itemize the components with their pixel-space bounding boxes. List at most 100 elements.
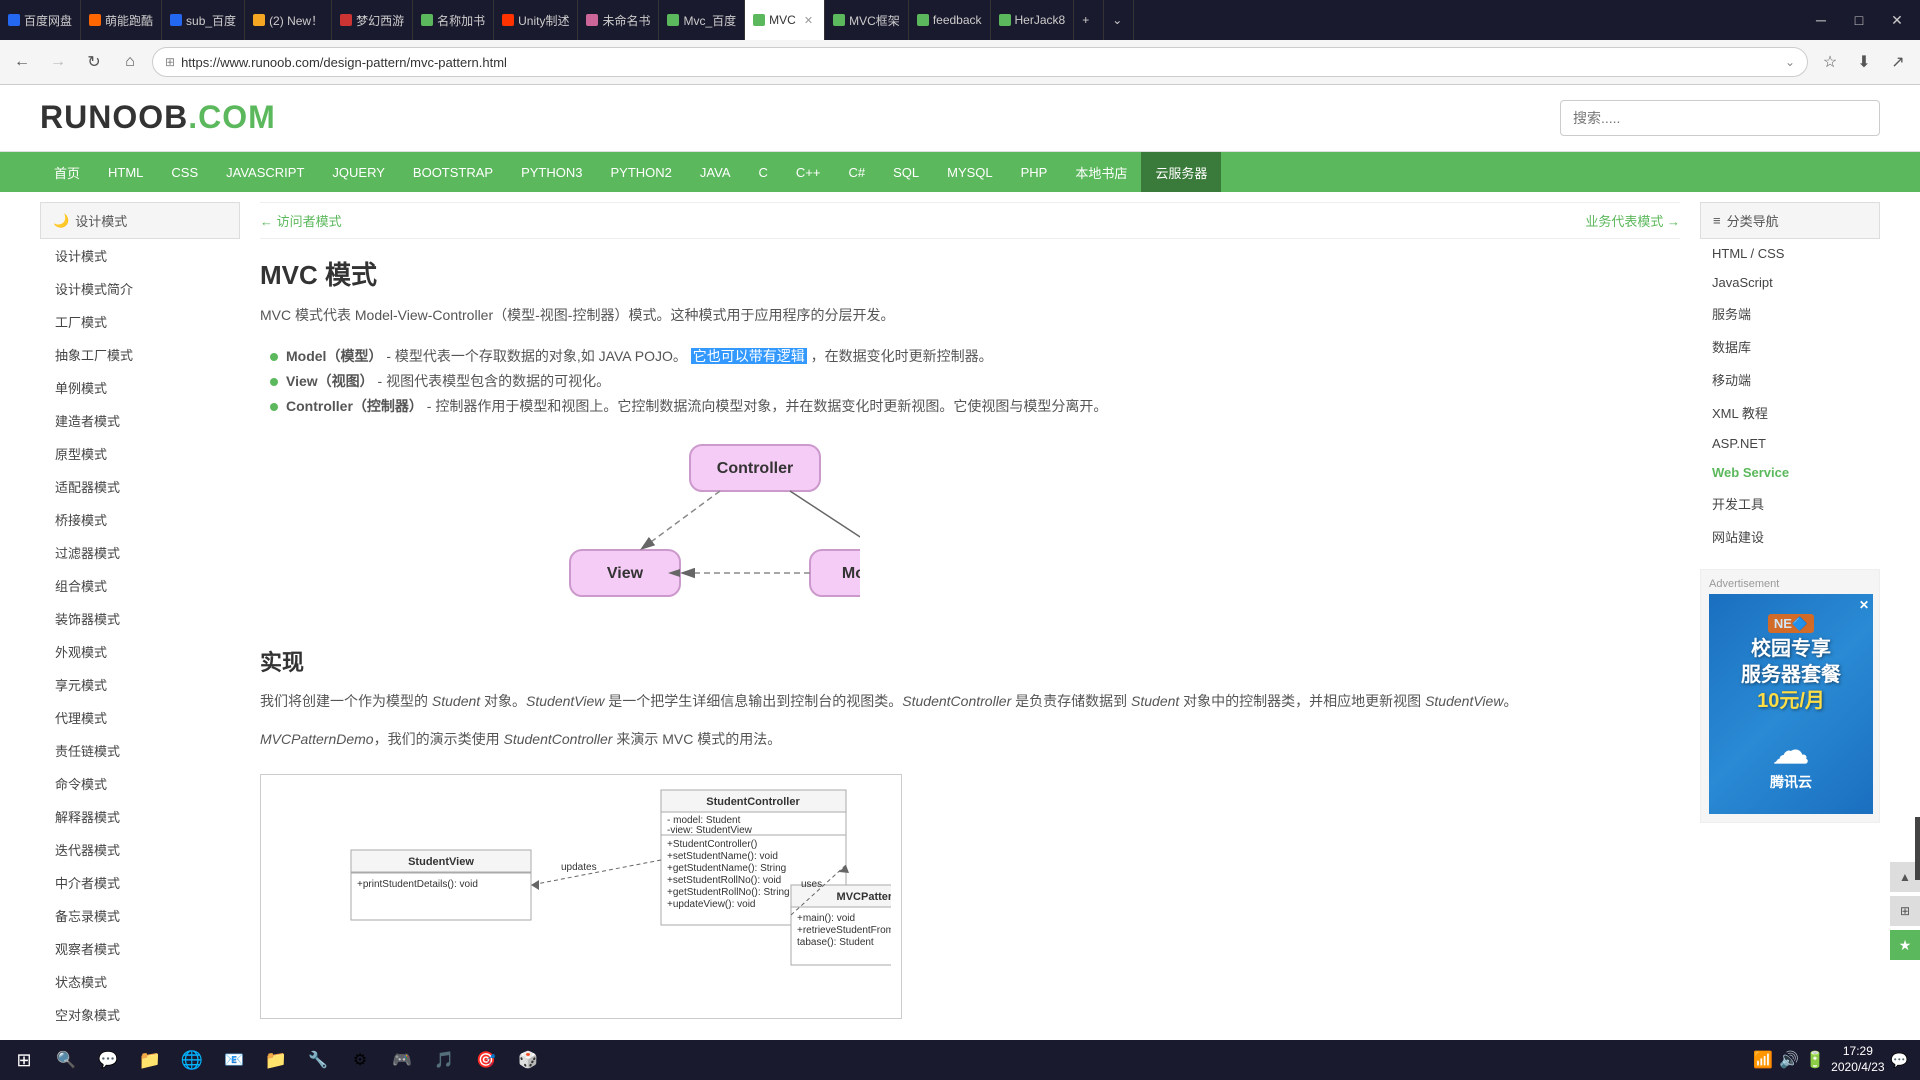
right-item-aspnet[interactable]: ASP.NET: [1700, 429, 1880, 458]
sidebar-item-mediator[interactable]: 中介者模式: [40, 866, 240, 899]
nav-javascript[interactable]: JAVASCRIPT: [212, 152, 318, 192]
sidebar-item-facade[interactable]: 外观模式: [40, 635, 240, 668]
nav-css[interactable]: CSS: [157, 152, 212, 192]
game-button[interactable]: 🎮: [382, 1042, 422, 1078]
tab-mingcheng[interactable]: 名称加书: [413, 0, 494, 40]
ad-banner[interactable]: ✕ NE🔷 校园专享服务器套餐10元/月 ☁ 腾讯云: [1709, 594, 1873, 814]
nav-python3[interactable]: PYTHON3: [507, 152, 596, 192]
right-item-database[interactable]: 数据库: [1700, 330, 1880, 363]
search-input[interactable]: [1560, 100, 1880, 136]
sidebar-item-iterator[interactable]: 迭代器模式: [40, 833, 240, 866]
sidebar-item-composite[interactable]: 组合模式: [40, 569, 240, 602]
share-icon[interactable]: ↗: [1884, 48, 1912, 76]
refresh-button[interactable]: ↻: [80, 48, 108, 76]
right-item-xml[interactable]: XML 教程: [1700, 396, 1880, 429]
home-button[interactable]: ⌂: [116, 48, 144, 76]
sidebar-item-adapter[interactable]: 适配器模式: [40, 470, 240, 503]
nav-local-books[interactable]: 本地书店: [1061, 152, 1141, 192]
sidebar-item-decorator[interactable]: 装饰器模式: [40, 602, 240, 635]
right-item-mobile[interactable]: 移动端: [1700, 363, 1880, 396]
tool-button[interactable]: 🔧: [298, 1042, 338, 1078]
sidebar-item-singleton[interactable]: 单例模式: [40, 371, 240, 404]
sidebar-item-observer[interactable]: 观察者模式: [40, 932, 240, 965]
favorite-button[interactable]: ★: [1890, 930, 1920, 960]
sidebar-item-command[interactable]: 命令模式: [40, 767, 240, 800]
right-item-html-css[interactable]: HTML / CSS: [1700, 239, 1880, 268]
sidebar-item-factory[interactable]: 工厂模式: [40, 305, 240, 338]
close-button[interactable]: ✕: [1882, 5, 1912, 35]
tab-mvc[interactable]: MVC ✕: [745, 0, 825, 40]
minimize-button[interactable]: ─: [1806, 5, 1836, 35]
sidebar-item-state[interactable]: 状态模式: [40, 965, 240, 998]
site-logo[interactable]: RUNOOB.COM: [40, 99, 276, 136]
url-bar[interactable]: ⊞ https://www.runoob.com/design-pattern/…: [152, 47, 1808, 77]
nav-sql[interactable]: SQL: [879, 152, 933, 192]
tab-wuming[interactable]: 未命名书: [578, 0, 659, 40]
nav-home[interactable]: 首页: [40, 152, 94, 192]
nav-html[interactable]: HTML: [94, 152, 157, 192]
grid-view-button[interactable]: ⊞: [1890, 896, 1920, 926]
sidebar-item-bridge[interactable]: 桥接模式: [40, 503, 240, 536]
nav-c[interactable]: C: [745, 152, 782, 192]
tab-feedback[interactable]: feedback: [909, 0, 991, 40]
nav-jquery[interactable]: JQUERY: [318, 152, 399, 192]
tab-more-button[interactable]: ⌄: [1104, 0, 1134, 40]
tab-new2[interactable]: (2) New！: [245, 0, 332, 40]
task-view-button[interactable]: 💬: [88, 1042, 128, 1078]
right-item-devtools[interactable]: 开发工具: [1700, 487, 1880, 520]
notifications-icon[interactable]: 💬: [1891, 1052, 1908, 1069]
new-tab-button[interactable]: +: [1074, 0, 1104, 40]
maximize-button[interactable]: □: [1844, 5, 1874, 35]
game2-button[interactable]: 🎲: [508, 1042, 548, 1078]
tab-mvc-kuangjia[interactable]: MVC框架: [825, 0, 909, 40]
mail-button[interactable]: 📧: [214, 1042, 254, 1078]
right-item-server[interactable]: 服务端: [1700, 297, 1880, 330]
ad-close-button[interactable]: ✕: [1859, 598, 1869, 612]
sidebar-item-proxy[interactable]: 代理模式: [40, 701, 240, 734]
close-icon[interactable]: ✕: [804, 14, 813, 27]
sidebar-item-prototype[interactable]: 原型模式: [40, 437, 240, 470]
sidebar-item-builder[interactable]: 建造者模式: [40, 404, 240, 437]
tab-herjack[interactable]: HerJack8: [991, 0, 1075, 40]
tab-unity[interactable]: Unity制述: [494, 0, 578, 40]
sidebar-item-chain[interactable]: 责任链模式: [40, 734, 240, 767]
file-explorer-button[interactable]: 📁: [130, 1042, 170, 1078]
target-button[interactable]: 🎯: [466, 1042, 506, 1078]
sidebar-item-intro[interactable]: 设计模式简介: [40, 272, 240, 305]
sidebar-item-null-object[interactable]: 空对象模式: [40, 998, 240, 1031]
tab-baidu[interactable]: 百度网盘: [0, 0, 81, 40]
nav-java[interactable]: JAVA: [686, 152, 745, 192]
back-button[interactable]: ←: [8, 48, 36, 76]
music-button[interactable]: 🎵: [424, 1042, 464, 1078]
right-item-webservice[interactable]: Web Service: [1700, 458, 1880, 487]
sidebar-item-memento[interactable]: 备忘录模式: [40, 899, 240, 932]
next-page-link[interactable]: 业务代表模式 →: [1585, 211, 1680, 230]
download-icon[interactable]: ⬇: [1850, 48, 1878, 76]
start-button[interactable]: ⊞: [4, 1042, 44, 1078]
right-item-javascript[interactable]: JavaScript: [1700, 268, 1880, 297]
search-taskbar-button[interactable]: 🔍: [46, 1042, 86, 1078]
nav-cpp[interactable]: C++: [782, 152, 835, 192]
nav-mysql[interactable]: MYSQL: [933, 152, 1007, 192]
sidebar-item-strategy[interactable]: 策略模式: [40, 1031, 240, 1040]
sidebar-item-interpreter[interactable]: 解释器模式: [40, 800, 240, 833]
tab-sub-baidu[interactable]: sub_百度: [162, 0, 245, 40]
tab-mengxi[interactable]: 梦幻西游: [332, 0, 413, 40]
right-item-website[interactable]: 网站建设: [1700, 520, 1880, 553]
sidebar-item-design-pattern[interactable]: 设计模式: [40, 239, 240, 272]
settings-button[interactable]: ⚙: [340, 1042, 380, 1078]
nav-csharp[interactable]: C#: [834, 152, 879, 192]
folder2-button[interactable]: 📁: [256, 1042, 296, 1078]
forward-button[interactable]: →: [44, 48, 72, 76]
tab-mvc-baidu[interactable]: Mvc_百度: [659, 0, 745, 40]
edge-button[interactable]: 🌐: [172, 1042, 212, 1078]
nav-python2[interactable]: PYTHON2: [597, 152, 686, 192]
tab-mengnengliao[interactable]: 萌能跑酷: [81, 0, 162, 40]
nav-bootstrap[interactable]: BOOTSTRAP: [399, 152, 507, 192]
sidebar-item-flyweight[interactable]: 享元模式: [40, 668, 240, 701]
bookmark-icon[interactable]: ☆: [1816, 48, 1844, 76]
sidebar-item-abstract-factory[interactable]: 抽象工厂模式: [40, 338, 240, 371]
sidebar-item-filter[interactable]: 过滤器模式: [40, 536, 240, 569]
prev-page-link[interactable]: ← 访问者模式: [260, 211, 342, 230]
nav-php[interactable]: PHP: [1007, 152, 1062, 192]
